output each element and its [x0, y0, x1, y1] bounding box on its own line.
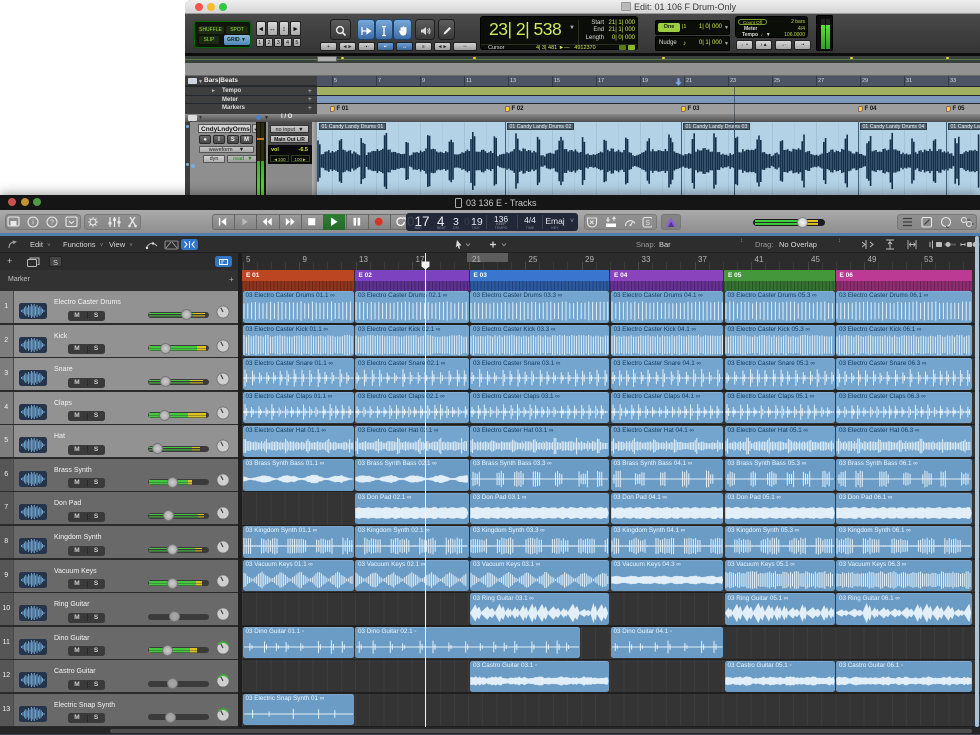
svg-text:S: S: [645, 220, 650, 227]
svg-text:i: i: [32, 220, 34, 227]
svg-text:?: ?: [50, 220, 54, 227]
